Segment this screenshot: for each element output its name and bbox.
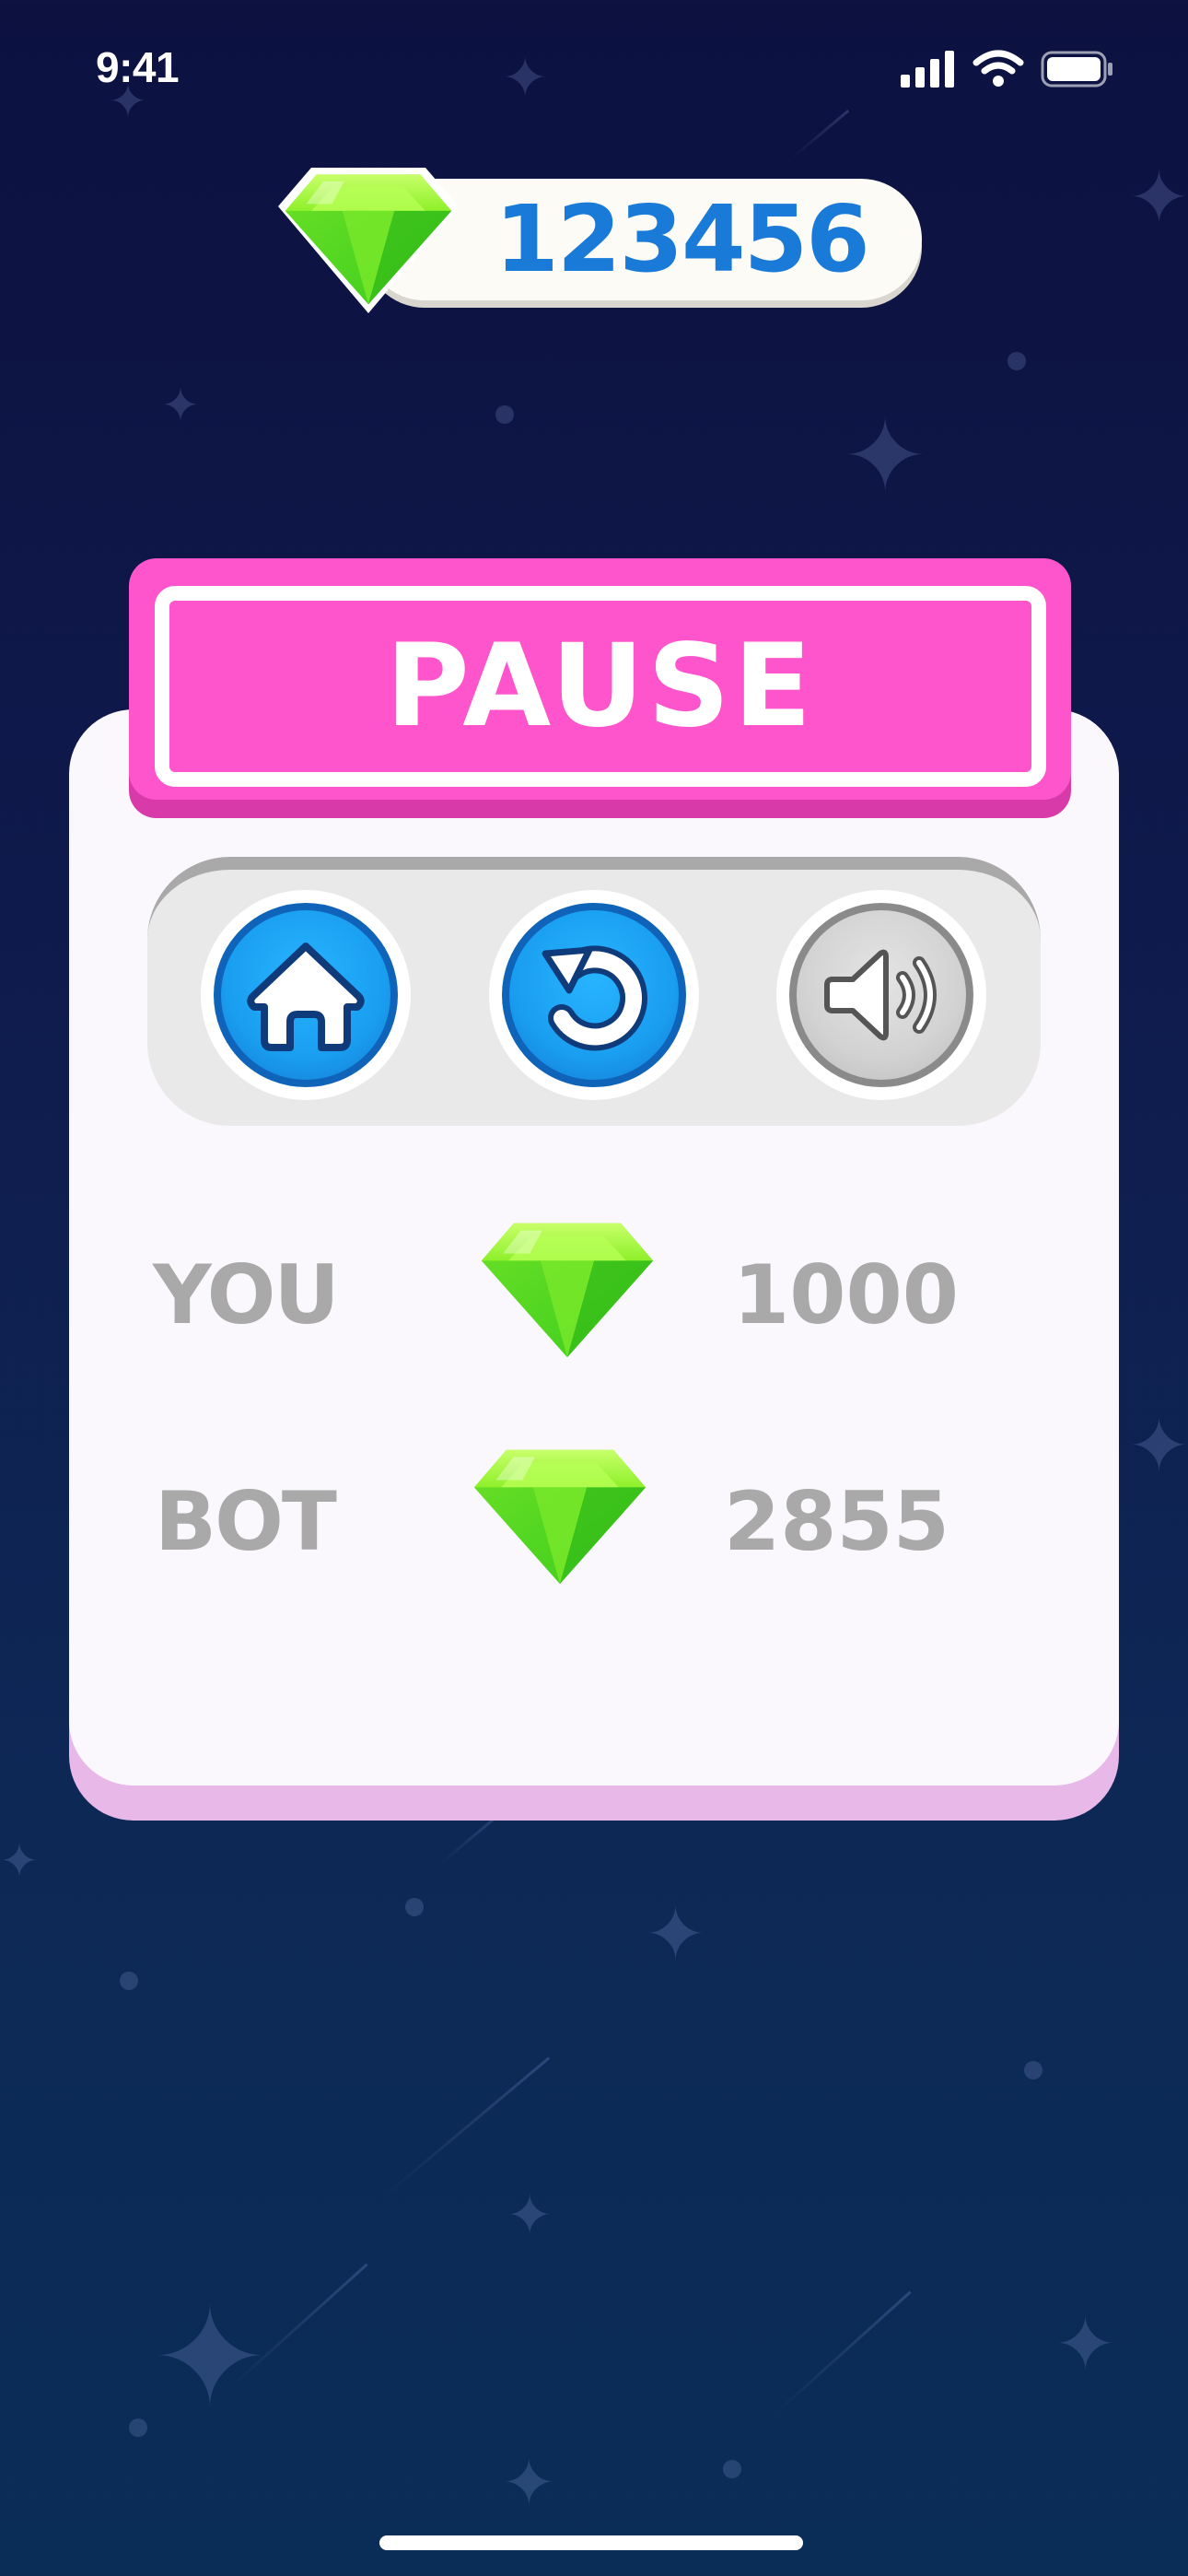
pause-title: PAUSE	[385, 620, 816, 753]
dot-decoration	[1024, 2061, 1042, 2079]
dot-decoration	[495, 405, 514, 424]
status-bar-icons	[901, 50, 1114, 92]
star-decoration: ✦	[1128, 155, 1188, 240]
wifi-icon	[973, 50, 1024, 92]
dot-decoration	[120, 1972, 138, 1990]
star-decoration: ✦	[502, 2445, 556, 2521]
dot-decoration	[1007, 352, 1026, 370]
score-label-bot: BOT	[155, 1474, 337, 1569]
star-decoration: ✦	[1054, 2301, 1117, 2387]
star-decoration: ✦	[843, 397, 928, 515]
sound-button[interactable]	[776, 890, 986, 1100]
score-label-you: YOU	[153, 1247, 340, 1342]
green-gem-icon	[278, 168, 459, 313]
dot-decoration	[405, 1898, 424, 1916]
streak-decoration	[772, 2290, 912, 2417]
streak-decoration	[791, 109, 850, 159]
restart-button[interactable]	[489, 890, 699, 1100]
dot-decoration	[723, 2460, 741, 2478]
star-decoration: ✦	[1128, 1403, 1188, 1489]
home-icon	[247, 943, 365, 1051]
green-gem-icon	[481, 1223, 654, 1358]
streak-decoration	[386, 2056, 551, 2195]
home-button[interactable]	[201, 890, 411, 1100]
score-value-bot: 2855	[724, 1474, 949, 1569]
star-decoration: ✦	[507, 2184, 553, 2248]
green-gem-icon	[473, 1449, 646, 1585]
sound-icon	[824, 949, 937, 1041]
star-decoration: ✦	[152, 2278, 268, 2439]
home-indicator[interactable]	[379, 2535, 803, 2550]
battery-icon	[1041, 51, 1114, 91]
star-decoration: ✦	[645, 1891, 707, 1977]
star-decoration: ✦	[0, 1834, 39, 1888]
dot-decoration	[129, 2418, 147, 2437]
status-bar-time: 9:41	[96, 43, 180, 91]
pause-banner-frame: PAUSE	[155, 586, 1046, 787]
restart-icon	[542, 945, 648, 1051]
signal-icon	[901, 51, 956, 91]
star-decoration: ✦	[502, 46, 549, 111]
score-value-you: 1000	[733, 1247, 959, 1342]
currency-value: 123456	[495, 185, 869, 293]
star-decoration: ✦	[161, 379, 200, 432]
